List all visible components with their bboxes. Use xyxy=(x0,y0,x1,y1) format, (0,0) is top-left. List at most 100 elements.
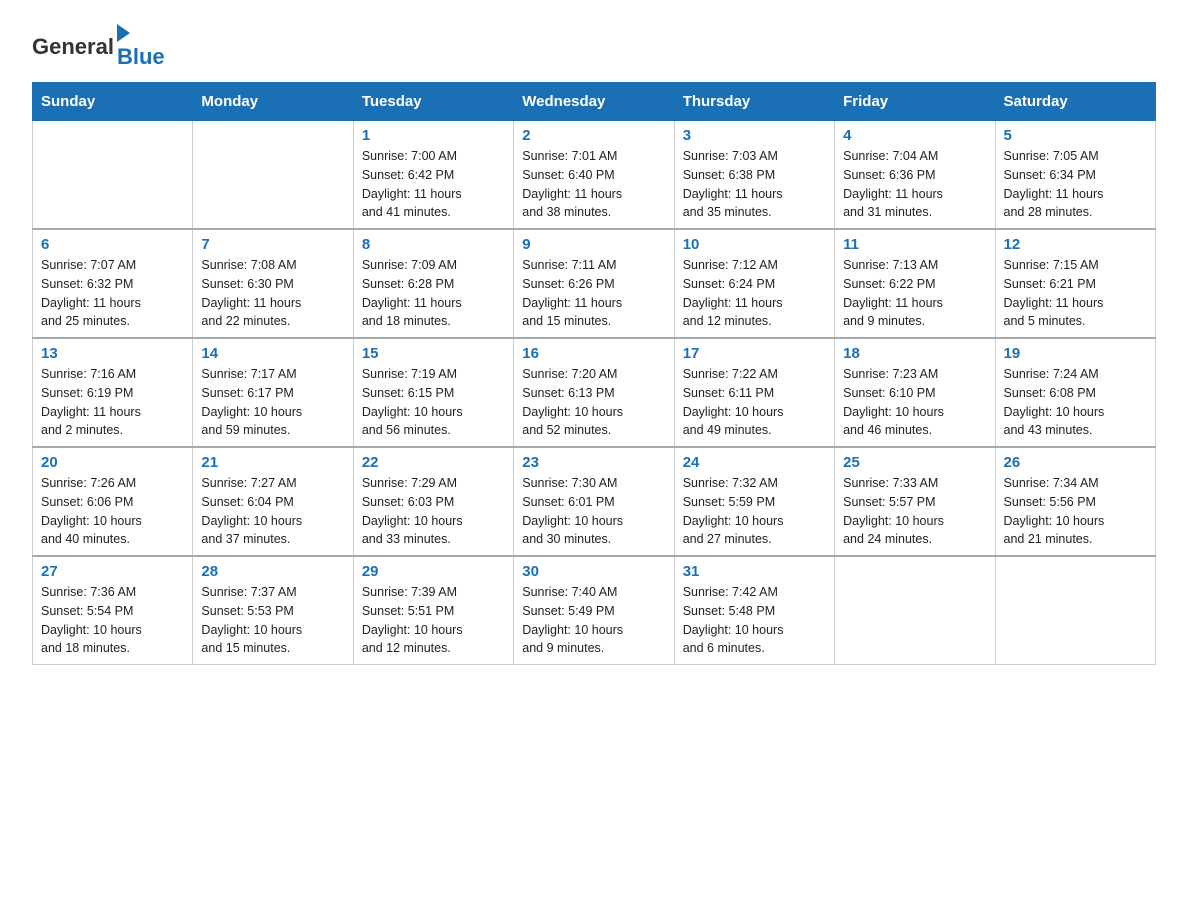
calendar-header-row: SundayMondayTuesdayWednesdayThursdayFrid… xyxy=(33,83,1156,121)
calendar-header-monday: Monday xyxy=(193,83,353,121)
day-info: Sunrise: 7:19 AM Sunset: 6:15 PM Dayligh… xyxy=(362,365,505,440)
day-info: Sunrise: 7:00 AM Sunset: 6:42 PM Dayligh… xyxy=(362,147,505,222)
calendar-cell: 16 Sunrise: 7:20 AM Sunset: 6:13 PM Dayli… xyxy=(514,338,674,447)
day-number: 9 xyxy=(522,236,665,253)
day-number: 5 xyxy=(1004,127,1147,144)
day-info: Sunrise: 7:08 AM Sunset: 6:30 PM Dayligh… xyxy=(201,256,344,331)
calendar-cell: 8Sunrise: 7:09 AM Sunset: 6:28 PM Daylig… xyxy=(353,229,513,338)
calendar-header-tuesday: Tuesday xyxy=(353,83,513,121)
day-info: Sunrise: 7:29 AM Sunset: 6:03 PM Dayligh… xyxy=(362,474,505,549)
day-number: 15 xyxy=(362,345,505,362)
day-number: 10 xyxy=(683,236,826,253)
calendar-cell: 21 Sunrise: 7:27 AM Sunset: 6:04 PM Dayli… xyxy=(193,447,353,556)
day-info: Sunrise: 7:27 AM Sunset: 6:04 PM Dayligh… xyxy=(201,474,344,549)
day-number: 29 xyxy=(362,563,505,580)
day-number: 7 xyxy=(201,236,344,253)
day-number: 24 xyxy=(683,454,826,471)
day-number: 21 xyxy=(201,454,344,471)
day-info: Sunrise: 7:23 AM Sunset: 6:10 PM Dayligh… xyxy=(843,365,986,440)
day-number: 13 xyxy=(41,345,184,362)
day-number: 22 xyxy=(362,454,505,471)
day-info: Sunrise: 7:40 AM Sunset: 5:49 PM Dayligh… xyxy=(522,583,665,658)
day-number: 8 xyxy=(362,236,505,253)
day-info: Sunrise: 7:05 AM Sunset: 6:34 PM Dayligh… xyxy=(1004,147,1147,222)
day-number: 17 xyxy=(683,345,826,362)
logo-blue-text: Blue xyxy=(117,44,165,70)
day-info: Sunrise: 7:11 AM Sunset: 6:26 PM Dayligh… xyxy=(522,256,665,331)
day-number: 23 xyxy=(522,454,665,471)
day-info: Sunrise: 7:20 AM Sunset: 6:13 PM Dayligh… xyxy=(522,365,665,440)
calendar-cell: 9 Sunrise: 7:11 AM Sunset: 6:26 PM Daylig… xyxy=(514,229,674,338)
day-number: 27 xyxy=(41,563,184,580)
calendar-cell: 27 Sunrise: 7:36 AM Sunset: 5:54 PM Dayli… xyxy=(33,556,193,665)
calendar-cell: 13 Sunrise: 7:16 AM Sunset: 6:19 PM Dayli… xyxy=(33,338,193,447)
day-info: Sunrise: 7:37 AM Sunset: 5:53 PM Dayligh… xyxy=(201,583,344,658)
calendar-cell xyxy=(33,121,193,230)
logo-general-text: General xyxy=(32,34,114,60)
calendar-cell xyxy=(193,121,353,230)
calendar-cell: 20 Sunrise: 7:26 AM Sunset: 6:06 PM Dayli… xyxy=(33,447,193,556)
day-info: Sunrise: 7:30 AM Sunset: 6:01 PM Dayligh… xyxy=(522,474,665,549)
day-info: Sunrise: 7:16 AM Sunset: 6:19 PM Dayligh… xyxy=(41,365,184,440)
calendar-header-wednesday: Wednesday xyxy=(514,83,674,121)
calendar-table: SundayMondayTuesdayWednesdayThursdayFrid… xyxy=(32,82,1156,665)
day-number: 1 xyxy=(362,127,505,144)
calendar-week-row: 27 Sunrise: 7:36 AM Sunset: 5:54 PM Dayli… xyxy=(33,556,1156,665)
day-number: 6 xyxy=(41,236,184,253)
day-info: Sunrise: 7:24 AM Sunset: 6:08 PM Dayligh… xyxy=(1004,365,1147,440)
day-number: 11 xyxy=(843,236,986,253)
day-number: 30 xyxy=(522,563,665,580)
calendar-cell: 25Sunrise: 7:33 AM Sunset: 5:57 PM Dayli… xyxy=(835,447,995,556)
day-number: 16 xyxy=(522,345,665,362)
calendar-cell: 26Sunrise: 7:34 AM Sunset: 5:56 PM Dayli… xyxy=(995,447,1155,556)
day-info: Sunrise: 7:01 AM Sunset: 6:40 PM Dayligh… xyxy=(522,147,665,222)
day-number: 14 xyxy=(201,345,344,362)
day-info: Sunrise: 7:04 AM Sunset: 6:36 PM Dayligh… xyxy=(843,147,986,222)
calendar-cell: 18 Sunrise: 7:23 AM Sunset: 6:10 PM Dayli… xyxy=(835,338,995,447)
day-number: 20 xyxy=(41,454,184,471)
day-info: Sunrise: 7:22 AM Sunset: 6:11 PM Dayligh… xyxy=(683,365,826,440)
day-info: Sunrise: 7:39 AM Sunset: 5:51 PM Dayligh… xyxy=(362,583,505,658)
calendar-cell: 12Sunrise: 7:15 AM Sunset: 6:21 PM Dayli… xyxy=(995,229,1155,338)
calendar-cell xyxy=(995,556,1155,665)
calendar-cell: 15 Sunrise: 7:19 AM Sunset: 6:15 PM Dayli… xyxy=(353,338,513,447)
day-info: Sunrise: 7:42 AM Sunset: 5:48 PM Dayligh… xyxy=(683,583,826,658)
calendar-cell: 10 Sunrise: 7:12 AM Sunset: 6:24 PM Dayli… xyxy=(674,229,834,338)
calendar-week-row: 1 Sunrise: 7:00 AM Sunset: 6:42 PM Daylig… xyxy=(33,121,1156,230)
day-info: Sunrise: 7:36 AM Sunset: 5:54 PM Dayligh… xyxy=(41,583,184,658)
calendar-header-saturday: Saturday xyxy=(995,83,1155,121)
logo-arrow-icon xyxy=(117,24,130,42)
calendar-week-row: 6Sunrise: 7:07 AM Sunset: 6:32 PM Daylig… xyxy=(33,229,1156,338)
calendar-header-thursday: Thursday xyxy=(674,83,834,121)
calendar-cell: 22 Sunrise: 7:29 AM Sunset: 6:03 PM Dayli… xyxy=(353,447,513,556)
day-number: 4 xyxy=(843,127,986,144)
calendar-cell: 2 Sunrise: 7:01 AM Sunset: 6:40 PM Daylig… xyxy=(514,121,674,230)
calendar-cell: 31 Sunrise: 7:42 AM Sunset: 5:48 PM Dayli… xyxy=(674,556,834,665)
day-info: Sunrise: 7:15 AM Sunset: 6:21 PM Dayligh… xyxy=(1004,256,1147,331)
day-number: 19 xyxy=(1004,345,1147,362)
day-number: 3 xyxy=(683,127,826,144)
logo: General Blue xyxy=(32,24,165,70)
calendar-cell: 19 Sunrise: 7:24 AM Sunset: 6:08 PM Dayli… xyxy=(995,338,1155,447)
calendar-cell: 24 Sunrise: 7:32 AM Sunset: 5:59 PM Dayli… xyxy=(674,447,834,556)
calendar-cell: 30 Sunrise: 7:40 AM Sunset: 5:49 PM Dayli… xyxy=(514,556,674,665)
day-info: Sunrise: 7:32 AM Sunset: 5:59 PM Dayligh… xyxy=(683,474,826,549)
calendar-header-friday: Friday xyxy=(835,83,995,121)
calendar-week-row: 13 Sunrise: 7:16 AM Sunset: 6:19 PM Dayli… xyxy=(33,338,1156,447)
day-info: Sunrise: 7:12 AM Sunset: 6:24 PM Dayligh… xyxy=(683,256,826,331)
calendar-week-row: 20 Sunrise: 7:26 AM Sunset: 6:06 PM Dayli… xyxy=(33,447,1156,556)
calendar-cell: 23 Sunrise: 7:30 AM Sunset: 6:01 PM Dayli… xyxy=(514,447,674,556)
page-header: General Blue xyxy=(32,24,1156,70)
calendar-cell: 28 Sunrise: 7:37 AM Sunset: 5:53 PM Dayli… xyxy=(193,556,353,665)
calendar-cell: 17 Sunrise: 7:22 AM Sunset: 6:11 PM Dayli… xyxy=(674,338,834,447)
day-number: 18 xyxy=(843,345,986,362)
calendar-header-sunday: Sunday xyxy=(33,83,193,121)
calendar-cell: 4 Sunrise: 7:04 AM Sunset: 6:36 PM Daylig… xyxy=(835,121,995,230)
day-number: 31 xyxy=(683,563,826,580)
calendar-cell: 29 Sunrise: 7:39 AM Sunset: 5:51 PM Dayli… xyxy=(353,556,513,665)
day-info: Sunrise: 7:26 AM Sunset: 6:06 PM Dayligh… xyxy=(41,474,184,549)
day-info: Sunrise: 7:03 AM Sunset: 6:38 PM Dayligh… xyxy=(683,147,826,222)
day-number: 2 xyxy=(522,127,665,144)
day-number: 28 xyxy=(201,563,344,580)
calendar-cell: 11Sunrise: 7:13 AM Sunset: 6:22 PM Dayli… xyxy=(835,229,995,338)
